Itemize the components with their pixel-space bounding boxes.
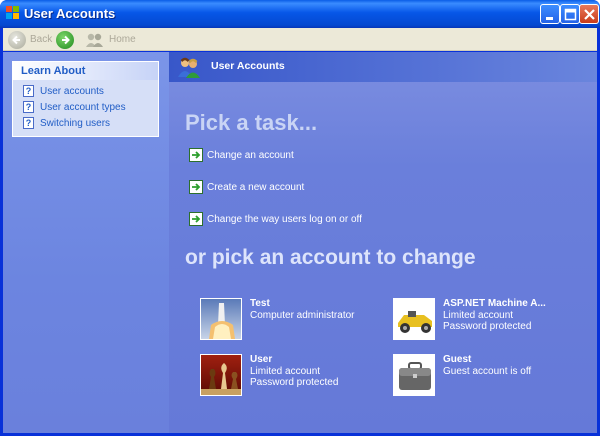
chess-pieces-icon[interactable] bbox=[200, 354, 242, 396]
close-icon bbox=[584, 9, 595, 20]
toolbar: Back Home bbox=[3, 28, 597, 51]
account-type: Limited account bbox=[443, 310, 514, 321]
minimize-button[interactable] bbox=[540, 4, 560, 24]
task-label[interactable]: Change an account bbox=[207, 150, 294, 161]
pick-task-title: Pick a task... bbox=[185, 110, 318, 135]
account-name: ASP.NET Machine A... bbox=[443, 298, 546, 309]
learn-about-title: Learn About bbox=[13, 62, 158, 80]
task-label[interactable]: Create a new account bbox=[207, 182, 304, 193]
users-home-icon bbox=[86, 33, 103, 47]
forward-button[interactable] bbox=[56, 30, 74, 49]
account-status: Guest account is off bbox=[443, 366, 532, 377]
help-topic-icon: ? bbox=[23, 101, 34, 113]
account-name: Guest bbox=[443, 354, 472, 365]
green-arrow-icon bbox=[189, 148, 203, 162]
task-create-account[interactable]: Create a new account bbox=[189, 180, 304, 194]
forward-arrow-icon bbox=[56, 30, 74, 49]
minimize-icon bbox=[546, 17, 553, 20]
rocket-launch-icon[interactable] bbox=[200, 298, 242, 340]
learn-item-switching-users[interactable]: ? Switching users bbox=[13, 115, 158, 131]
task-label[interactable]: Change the way users log on or off bbox=[207, 214, 362, 225]
help-topic-icon: ? bbox=[23, 85, 34, 97]
task-change-logon[interactable]: Change the way users log on or off bbox=[189, 212, 362, 226]
account-name: User bbox=[250, 354, 273, 365]
learn-item-user-accounts[interactable]: ? User accounts bbox=[13, 83, 158, 99]
back-arrow-icon bbox=[8, 30, 26, 49]
green-arrow-icon bbox=[189, 180, 203, 194]
header-bar: User Accounts bbox=[169, 52, 597, 82]
learn-item-label[interactable]: Switching users bbox=[40, 118, 110, 129]
green-arrow-icon bbox=[189, 212, 203, 226]
main-pane: User Accounts Pick a task... Change an a… bbox=[169, 52, 597, 433]
briefcase-icon[interactable] bbox=[393, 354, 435, 396]
home-button[interactable]: Home bbox=[85, 30, 136, 49]
back-button[interactable]: Back bbox=[8, 30, 52, 49]
race-car-icon[interactable] bbox=[393, 298, 435, 340]
windows-logo-icon bbox=[6, 6, 20, 20]
learn-item-label[interactable]: User accounts bbox=[40, 86, 104, 97]
account-user[interactable]: User Limited account Password protected bbox=[200, 354, 390, 396]
account-status: Password protected bbox=[443, 321, 532, 332]
account-aspnet[interactable]: ASP.NET Machine A... Limited account Pas… bbox=[393, 298, 583, 340]
back-label: Back bbox=[30, 34, 53, 45]
left-task-pane: Learn About ? User accounts ? User accou… bbox=[3, 52, 169, 433]
account-status: Password protected bbox=[250, 377, 339, 388]
maximize-icon bbox=[564, 8, 577, 21]
user-accounts-icon bbox=[178, 57, 200, 78]
pick-account-title: or pick an account to change bbox=[185, 246, 476, 269]
title-bar[interactable]: User Accounts bbox=[0, 0, 600, 28]
learn-item-label[interactable]: User account types bbox=[40, 102, 126, 113]
user-accounts-window: User Accounts Back Home Learn About ? Us… bbox=[0, 0, 600, 436]
task-change-account[interactable]: Change an account bbox=[189, 148, 294, 162]
account-type: Limited account bbox=[250, 366, 321, 377]
content-area: Learn About ? User accounts ? User accou… bbox=[3, 52, 597, 433]
window-title: User Accounts bbox=[24, 6, 116, 21]
help-topic-icon: ? bbox=[23, 117, 34, 129]
maximize-button[interactable] bbox=[560, 4, 580, 24]
learn-item-user-account-types[interactable]: ? User account types bbox=[13, 99, 158, 115]
account-test[interactable]: Test Computer administrator bbox=[200, 298, 390, 340]
home-label: Home bbox=[109, 34, 136, 45]
account-type: Computer administrator bbox=[250, 310, 355, 321]
close-button[interactable] bbox=[579, 4, 599, 24]
account-guest[interactable]: Guest Guest account is off bbox=[393, 354, 583, 396]
account-name: Test bbox=[250, 298, 270, 309]
learn-about-panel: Learn About ? User accounts ? User accou… bbox=[12, 61, 159, 137]
header-title: User Accounts bbox=[211, 60, 285, 72]
